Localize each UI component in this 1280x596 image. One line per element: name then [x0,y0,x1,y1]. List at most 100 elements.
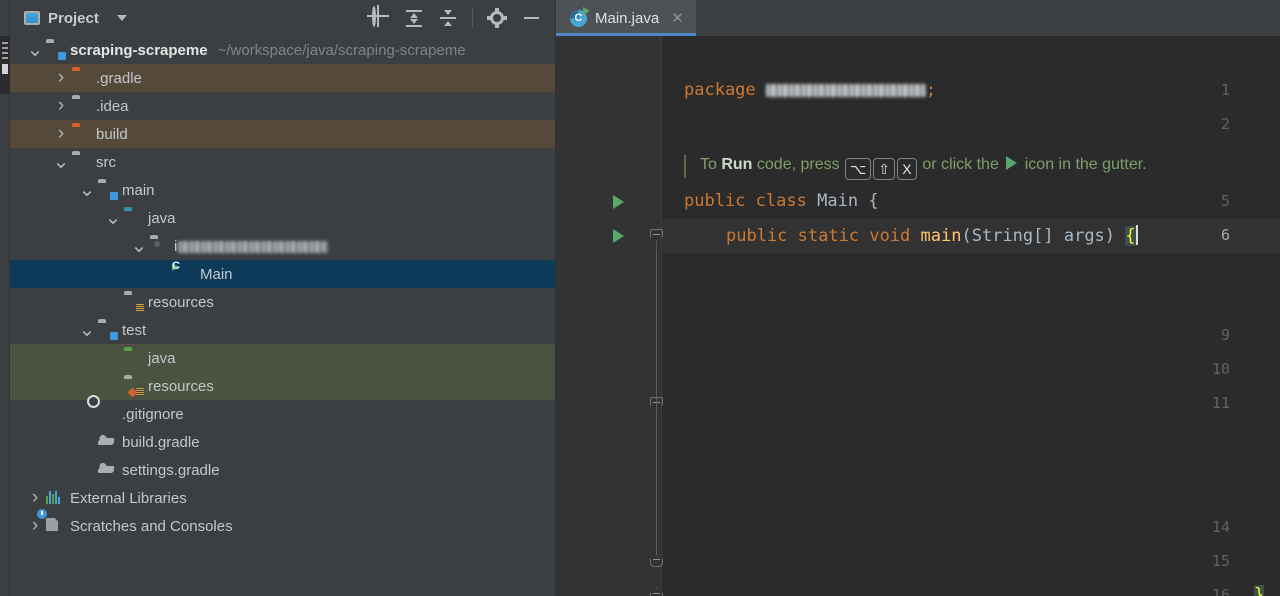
tree-row-label: src [96,153,116,171]
code-line-6: public static void main(String[] args) { [726,225,1138,246]
tree-row-label: scraping-scrapeme [70,41,208,59]
editor-tabbar: Main.java ✕ [556,0,1280,36]
tree-row-label: .idea [96,97,129,115]
fold-marker-icon[interactable] [650,588,663,596]
chevron-right-icon[interactable]: › [50,123,72,145]
tree-row-java[interactable]: java [10,344,555,372]
chevron-down-icon[interactable] [116,15,127,21]
brace-highlighted: } [1254,585,1265,596]
tree-row-main[interactable]: ⌄ main [10,176,555,204]
tab-main-java[interactable]: Main.java ✕ [556,0,696,36]
gradle-file-icon [97,433,116,450]
project-tree[interactable]: ⌄ scraping-scrapeme ~/workspace/java/scrap… [10,36,555,596]
tree-row-build-gradle[interactable]: build.gradle [10,428,555,456]
redacted-text [178,240,329,253]
chevron-right-icon[interactable]: › [24,487,46,509]
tree-row-label: settings.gradle [122,461,220,479]
fold-gutter[interactable] [644,36,662,596]
semicolon: ; [925,80,937,100]
collapse-all-icon[interactable] [438,8,458,28]
package-icon [150,238,168,254]
brace-highlighted: { [1125,226,1136,246]
fold-region-line [656,410,657,554]
inline-hint-run: To Run code, press ⌥ ⇧ X or click the icon… [684,153,1280,180]
keyword-void: void [869,226,911,246]
tree-row-main[interactable]: Main [10,260,555,288]
tree-row--gradle[interactable]: › .gradle [10,64,555,92]
keyword-public: public [726,226,788,246]
line-number-gutter[interactable] [556,36,644,596]
project-icon [24,11,40,25]
tree-row-external-libraries[interactable]: › External Libraries [10,484,555,512]
brace: { [868,191,879,211]
java-class-run-icon [570,6,590,27]
close-icon[interactable]: ✕ [671,9,684,27]
redacted-package-name [765,83,926,97]
tree-row-test[interactable]: ⌄ test [10,316,555,344]
code-line-1: package ; [684,80,936,100]
ide-window: Project ⌄ scraping-scrapeme ~/workspace/… [0,0,1280,596]
tree-row--idea[interactable]: › .idea [10,92,555,120]
scratches-icon [37,509,64,534]
chevron-down-icon[interactable]: ⌄ [102,208,124,228]
tree-row-scratches-and-consoles[interactable]: › Scratches and Consoles [10,509,555,540]
play-icon [1006,156,1018,170]
chevron-down-icon[interactable]: ⌄ [24,40,46,60]
tree-row-label: i [174,238,329,255]
chevron-down-icon[interactable]: ⌄ [128,236,150,256]
hint-text: To [700,156,722,173]
line-number: 16 [1211,586,1230,596]
tab-label: Main.java [595,9,660,27]
folder-icon [72,126,90,142]
gitignore-file-icon [98,406,116,422]
run-gutter-icon[interactable] [613,195,624,209]
tree-row-scraping-scrapeme[interactable]: ⌄ scraping-scrapeme ~/workspace/java/scrap… [10,36,555,64]
test-source-folder-icon [124,350,142,366]
method-name-main: main [920,226,962,246]
chevron-right-icon[interactable]: › [50,95,72,117]
tree-row-java[interactable]: ⌄ java [10,204,555,232]
line-number: 2 [1220,115,1230,133]
minimize-icon[interactable] [521,8,541,28]
text-caret [1135,225,1138,245]
tree-row-label: External Libraries [70,489,187,507]
key-shift: ⇧ [873,158,895,180]
line-number: 6 [1220,226,1230,244]
tree-row-path: ~/workspace/java/scraping-scrapeme [217,41,466,59]
run-gutter-icon[interactable] [613,229,624,243]
fold-marker-icon[interactable] [650,229,663,242]
hint-text: or click the [917,156,1004,173]
hint-text: icon in the gutter. [1020,156,1147,173]
keyword-class: class [755,191,807,211]
project-tool-tab[interactable] [0,36,10,94]
project-panel-title: Project [48,9,99,27]
tool-window-strip[interactable] [0,0,10,596]
method-params: (String[] args) [961,226,1126,246]
crosshair-locate-icon[interactable] [370,6,390,28]
tree-row-package[interactable]: ⌄ i [10,232,555,260]
editor-background [662,36,1280,596]
folder-icon [72,70,90,86]
code-editor[interactable]: 1 2 5 6 9 10 11 14 15 16 17 package ; [556,36,1280,596]
chevron-down-icon[interactable]: ⌄ [76,320,98,340]
chevron-down-icon[interactable]: ⌄ [50,152,72,172]
key-x: X [896,158,917,180]
chevron-down-icon[interactable]: ⌄ [76,180,98,200]
project-tool-window: Project ⌄ scraping-scrapeme ~/workspace/… [10,0,556,596]
keyword-public: public [684,191,746,211]
expand-all-icon[interactable] [404,8,424,28]
gear-icon[interactable] [487,8,507,28]
code-line-5: public class Main { [684,191,879,211]
editor-area: Main.java ✕ 1 2 5 6 9 10 11 14 15 16 17 [556,0,1280,596]
fold-marker-icon[interactable] [650,554,663,567]
project-panel-title-group[interactable]: Project [24,10,127,27]
tree-row-src[interactable]: ⌄ src [10,148,555,176]
tree-row-build[interactable]: › build [10,120,555,148]
java-class-run-icon [172,263,194,282]
tree-row-settings-gradle[interactable]: settings.gradle [10,456,555,484]
line-number: 15 [1211,552,1230,570]
chevron-right-icon[interactable]: › [50,67,72,89]
tree-row-label: build [96,125,128,143]
tree-row-resources[interactable]: resources [10,288,555,316]
tree-row--gitignore[interactable]: .gitignore [10,400,555,428]
